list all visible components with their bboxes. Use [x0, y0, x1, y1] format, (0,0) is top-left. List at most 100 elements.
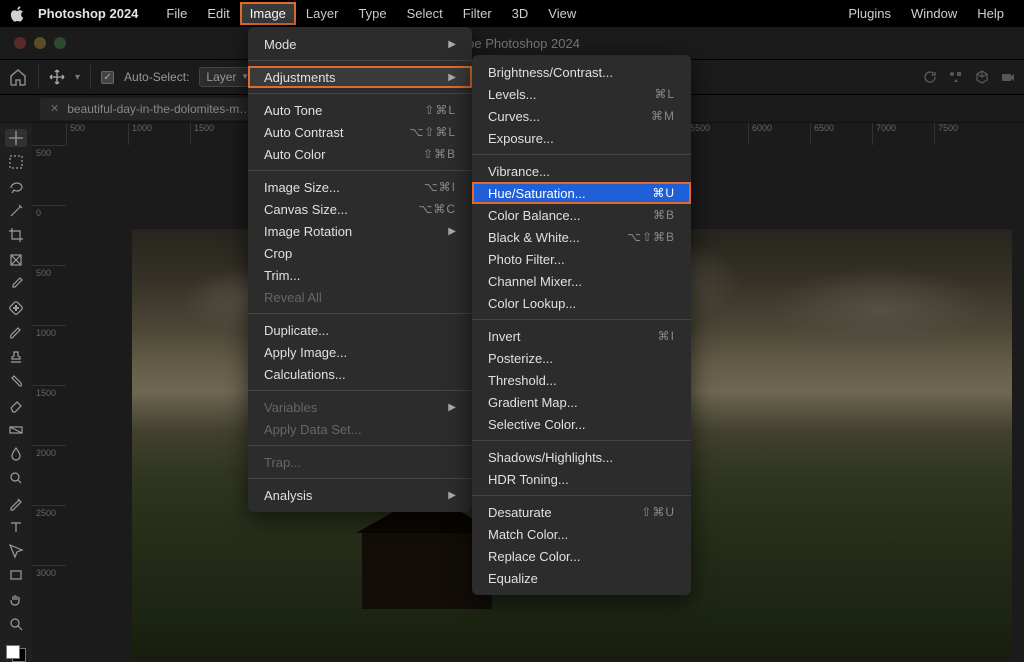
- adjustments-menu-photo-filter[interactable]: Photo Filter...: [472, 248, 691, 270]
- image-menu-trap: Trap...: [248, 451, 472, 473]
- document-tab[interactable]: ✕ beautiful-day-in-the-dolomites-m…: [40, 98, 261, 120]
- ruler-vertical: 500050010001500200025003000: [32, 145, 66, 662]
- tool-marquee[interactable]: [5, 153, 27, 171]
- image-menu-analysis[interactable]: Analysis▶: [248, 484, 472, 506]
- tool-heal[interactable]: [5, 299, 27, 317]
- menu-layer[interactable]: Layer: [296, 2, 349, 25]
- menu-3d[interactable]: 3D: [502, 2, 539, 25]
- menu-window[interactable]: Window: [901, 2, 967, 25]
- tool-blur[interactable]: [5, 445, 27, 463]
- adjustments-menu-color-balance[interactable]: Color Balance...⌘B: [472, 204, 691, 226]
- minimize-icon[interactable]: [34, 37, 46, 49]
- auto-select-dropdown[interactable]: Layer: [199, 67, 251, 87]
- move-tool-icon[interactable]: [49, 69, 65, 85]
- tool-stamp[interactable]: [5, 348, 27, 366]
- auto-select-checkbox[interactable]: ✓: [101, 71, 114, 84]
- tool-wand[interactable]: [5, 202, 27, 220]
- zoom-icon[interactable]: [54, 37, 66, 49]
- adjustments-menu-levels[interactable]: Levels...⌘L: [472, 83, 691, 105]
- image-menu-image-rotation[interactable]: Image Rotation▶: [248, 220, 472, 242]
- tool-frame[interactable]: [5, 250, 27, 268]
- tool-rect[interactable]: [5, 566, 27, 584]
- adjustments-menu-posterize[interactable]: Posterize...: [472, 347, 691, 369]
- tool-move[interactable]: [5, 129, 27, 147]
- options-right-icons: [922, 69, 1016, 85]
- chevron-right-icon: ▶: [448, 39, 456, 50]
- tab-filename: beautiful-day-in-the-dolomites-m…: [67, 102, 251, 116]
- image-menu-calculations[interactable]: Calculations...: [248, 363, 472, 385]
- image-menu-trim[interactable]: Trim...: [248, 264, 472, 286]
- auto-select-label: Auto-Select:: [124, 70, 189, 84]
- tool-pen[interactable]: [5, 493, 27, 511]
- adjustments-menu-desaturate[interactable]: Desaturate⇧⌘U: [472, 501, 691, 523]
- image-menu-adjustments[interactable]: Adjustments▶: [248, 66, 472, 88]
- tool-type[interactable]: [5, 518, 27, 536]
- menu-image[interactable]: Image: [240, 2, 296, 25]
- close-tab-icon[interactable]: ✕: [50, 102, 59, 115]
- adjustments-menu-match-color[interactable]: Match Color...: [472, 523, 691, 545]
- adjustments-menu-brightness-contrast[interactable]: Brightness/Contrast...: [472, 61, 691, 83]
- chevron-right-icon: ▶: [448, 402, 456, 413]
- image-menu-apply-image[interactable]: Apply Image...: [248, 341, 472, 363]
- image-menu-mode[interactable]: Mode▶: [248, 33, 472, 55]
- adjustments-menu-selective-color[interactable]: Selective Color...: [472, 413, 691, 435]
- image-menu[interactable]: Mode▶ Adjustments▶ Auto Tone⇧⌘LAuto Contra…: [248, 27, 472, 512]
- tool-gradient[interactable]: [5, 421, 27, 439]
- camera-icon[interactable]: [1000, 69, 1016, 85]
- image-menu-reveal-all: Reveal All: [248, 286, 472, 308]
- adjustments-menu-threshold[interactable]: Threshold...: [472, 369, 691, 391]
- image-menu-canvas-size[interactable]: Canvas Size...⌥⌘C: [248, 198, 472, 220]
- menu-plugins[interactable]: Plugins: [838, 2, 901, 25]
- chevron-right-icon: ▶: [448, 226, 456, 237]
- image-menu-auto-tone[interactable]: Auto Tone⇧⌘L: [248, 99, 472, 121]
- adjustments-menu-replace-color[interactable]: Replace Color...: [472, 545, 691, 567]
- adjustments-menu-color-lookup[interactable]: Color Lookup...: [472, 292, 691, 314]
- adjustments-submenu[interactable]: Brightness/Contrast...Levels...⌘LCurves.…: [472, 55, 691, 595]
- tool-crop[interactable]: [5, 226, 27, 244]
- tool-brush[interactable]: [5, 323, 27, 341]
- tool-eyedropper[interactable]: [5, 275, 27, 293]
- home-icon[interactable]: [8, 67, 28, 87]
- adjustments-menu-curves[interactable]: Curves...⌘M: [472, 105, 691, 127]
- adjustments-menu-shadows-highlights[interactable]: Shadows/Highlights...: [472, 446, 691, 468]
- shapes-icon[interactable]: [948, 69, 964, 85]
- 3d-icon[interactable]: [974, 69, 990, 85]
- menu-file[interactable]: File: [156, 2, 197, 25]
- adjustments-menu-exposure[interactable]: Exposure...: [472, 127, 691, 149]
- menu-view[interactable]: View: [538, 2, 586, 25]
- tool-zoom[interactable]: [5, 615, 27, 633]
- image-menu-crop[interactable]: Crop: [248, 242, 472, 264]
- window-traffic-lights[interactable]: [14, 37, 66, 49]
- image-menu-auto-contrast[interactable]: Auto Contrast⌥⇧⌘L: [248, 121, 472, 143]
- image-menu-image-size[interactable]: Image Size...⌥⌘I: [248, 176, 472, 198]
- apple-logo-icon: [10, 6, 26, 22]
- close-icon[interactable]: [14, 37, 26, 49]
- adjustments-menu-vibrance[interactable]: Vibrance...: [472, 160, 691, 182]
- tool-path[interactable]: [5, 542, 27, 560]
- adjustments-menu-equalize[interactable]: Equalize: [472, 567, 691, 589]
- refresh-icon[interactable]: [922, 69, 938, 85]
- image-menu-apply-data-set: Apply Data Set...: [248, 418, 472, 440]
- adjustments-menu-gradient-map[interactable]: Gradient Map...: [472, 391, 691, 413]
- adjustments-menu-hdr-toning[interactable]: HDR Toning...: [472, 468, 691, 490]
- chevron-right-icon: ▶: [448, 72, 456, 83]
- image-menu-auto-color[interactable]: Auto Color⇧⌘B: [248, 143, 472, 165]
- adjustments-menu-invert[interactable]: Invert⌘I: [472, 325, 691, 347]
- tool-history[interactable]: [5, 372, 27, 390]
- menu-select[interactable]: Select: [397, 2, 453, 25]
- image-menu-duplicate[interactable]: Duplicate...: [248, 319, 472, 341]
- chevron-right-icon: ▶: [448, 490, 456, 501]
- menu-edit[interactable]: Edit: [197, 2, 239, 25]
- adjustments-menu-channel-mixer[interactable]: Channel Mixer...: [472, 270, 691, 292]
- menu-type[interactable]: Type: [348, 2, 396, 25]
- tool-dodge[interactable]: [5, 469, 27, 487]
- tool-hand[interactable]: [5, 591, 27, 609]
- tool-lasso[interactable]: [5, 178, 27, 196]
- tool-panel: [0, 123, 32, 662]
- adjustments-menu-black-white[interactable]: Black & White...⌥⇧⌘B: [472, 226, 691, 248]
- color-swatches[interactable]: [6, 645, 26, 662]
- menu-help[interactable]: Help: [967, 2, 1014, 25]
- menu-filter[interactable]: Filter: [453, 2, 502, 25]
- tool-eraser[interactable]: [5, 396, 27, 414]
- adjustments-menu-hue-saturation[interactable]: Hue/Saturation...⌘U: [472, 182, 691, 204]
